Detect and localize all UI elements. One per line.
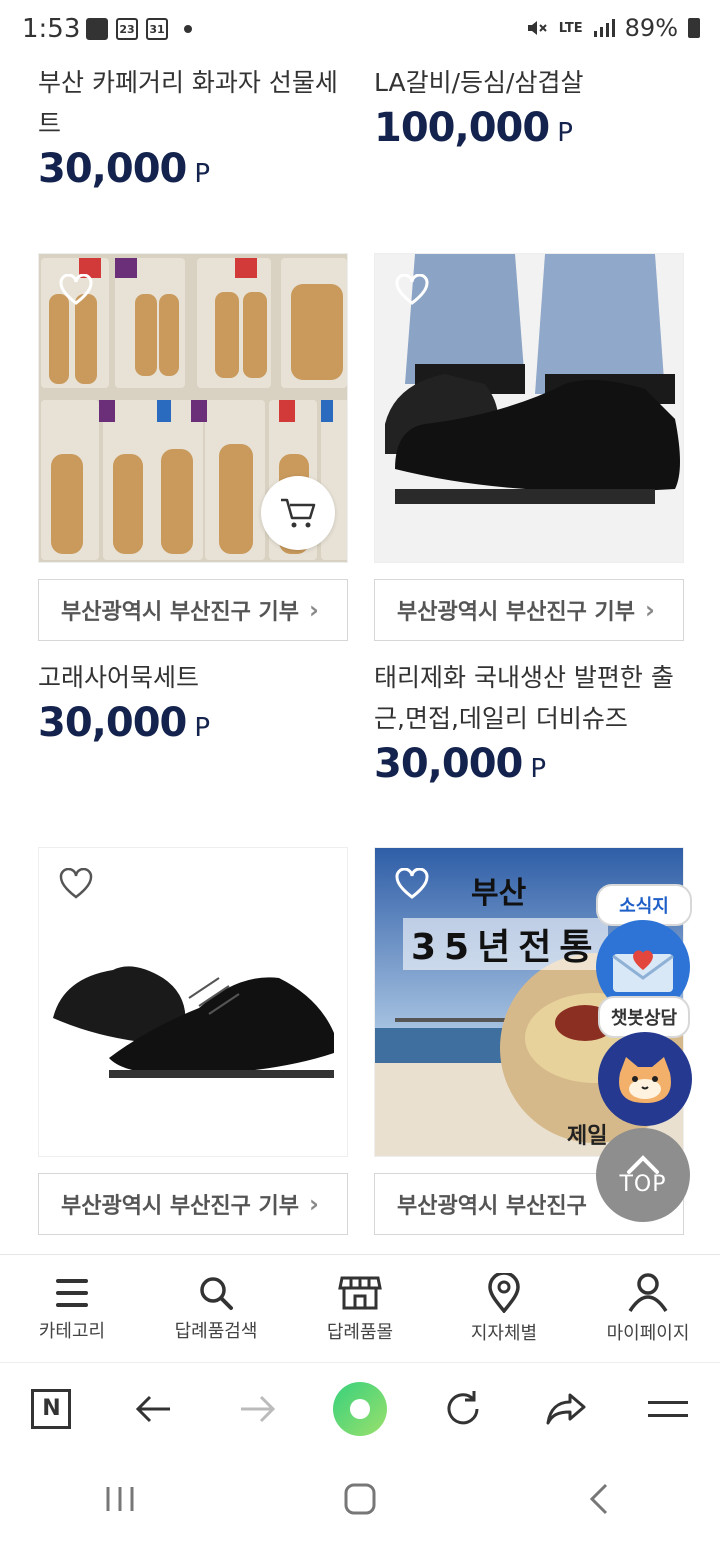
price-unit: P [194, 159, 211, 189]
menu-icon [56, 1278, 88, 1307]
recent-apps-icon[interactable] [100, 1481, 140, 1517]
banner-title: 부산 [471, 876, 527, 911]
forward-button[interactable] [227, 1379, 287, 1439]
price-value: 30,000 [38, 146, 187, 192]
product-price: 30,000 P [374, 741, 684, 787]
mail-heart-icon [612, 950, 674, 992]
back-nav-icon[interactable] [580, 1481, 620, 1517]
store-icon [338, 1276, 382, 1309]
location-pin-icon [488, 1272, 520, 1313]
browser-toolbar: N [0, 1362, 720, 1454]
search-icon [200, 1276, 233, 1310]
heart-icon[interactable] [59, 274, 93, 306]
arrow-right-icon [241, 1395, 276, 1422]
home-icon[interactable] [340, 1479, 380, 1519]
product-card[interactable]: 고래사어묵세트 30,000 P [38, 657, 348, 746]
product-name[interactable]: 태리제화 국내생산 발편한 출근,면접,데일리 더비슈즈 [374, 657, 684, 739]
gallery-icon [86, 18, 108, 40]
system-navigation [0, 1454, 720, 1544]
signal-icon [593, 19, 615, 37]
nav-label: 지자체별 [470, 1322, 538, 1344]
share-arrow-icon [546, 1393, 586, 1424]
battery-percent: 89% [624, 14, 678, 42]
nav-search[interactable]: 답례품검색 [144, 1255, 288, 1362]
nav-label: 답례품검색 [174, 1320, 258, 1342]
product-price: 30,000 P [38, 700, 348, 746]
status-right: LTE 89% [525, 14, 700, 42]
calendar-icon: 23 [116, 18, 138, 40]
price-value: 100,000 [374, 105, 550, 151]
more-notifications-dot [184, 25, 192, 33]
product-card[interactable]: 태리제화 국내생산 발편한 출근,면접,데일리 더비슈즈 30,000 P [374, 657, 684, 787]
browser-menu-button[interactable] [638, 1379, 698, 1439]
naver-home-button[interactable]: N [21, 1379, 81, 1439]
cat-mascot-icon [619, 1057, 671, 1103]
notification-icons: 23 31 [86, 18, 192, 40]
reload-button[interactable] [433, 1379, 493, 1439]
product-card[interactable]: 부산 카페거리 화과자 선물세트 30,000 P [38, 62, 348, 192]
price-unit: P [557, 118, 573, 148]
hamburger-icon [648, 1400, 689, 1417]
tag-label: 부산광역시 부산진구 기부 [397, 600, 635, 625]
chevron-right-icon: › [308, 1190, 319, 1218]
nav-label: 마이페이지 [606, 1322, 690, 1344]
person-icon [628, 1272, 668, 1312]
newsletter-float[interactable]: 소식지 [596, 884, 692, 1014]
tag-label: 부산광역시 부산진구 기부 [61, 600, 299, 625]
banner-subtitle: 35년전통 [403, 918, 609, 970]
product-image[interactable] [38, 253, 348, 563]
share-button[interactable] [536, 1379, 596, 1439]
product-name[interactable]: 고래사어묵세트 [38, 657, 348, 698]
add-to-cart-button[interactable] [261, 476, 335, 550]
chatbot-button[interactable] [598, 1032, 692, 1126]
green-dot-icon [332, 1381, 387, 1436]
product-card[interactable]: LA갈비/등심/삼겹살 100,000 P [374, 62, 684, 151]
price-value: 30,000 [374, 741, 523, 787]
donation-region-tag[interactable]: 부산광역시 부산진구 기부 › [38, 579, 348, 641]
naver-logo-icon: N [31, 1388, 72, 1429]
reload-icon [447, 1390, 479, 1424]
tag-label: 부산광역시 부산진구 [397, 1194, 587, 1219]
product-name[interactable]: LA갈비/등심/삼겹살 [374, 62, 684, 103]
chatbot-float[interactable]: 챗봇상담 [598, 996, 692, 1126]
status-time: 1:53 [22, 14, 81, 44]
product-name[interactable]: 부산 카페거리 화과자 선물세트 [38, 62, 348, 144]
donation-region-tag[interactable]: 부산광역시 부산진구 기부 › [38, 1173, 348, 1235]
nav-category[interactable]: 카테고리 [0, 1255, 144, 1362]
product-image[interactable] [38, 847, 348, 1157]
back-button[interactable] [124, 1379, 184, 1439]
heart-icon[interactable] [395, 868, 429, 900]
product-price: 100,000 P [374, 105, 684, 151]
nav-region[interactable]: 지자체별 [432, 1255, 576, 1362]
nav-mypage[interactable]: 마이페이지 [576, 1255, 720, 1362]
top-label: TOP [619, 1171, 667, 1197]
price-value: 30,000 [38, 700, 187, 746]
bottom-navigation: 카테고리 답례품검색 답례품몰 지자체별 마이페이지 [0, 1254, 720, 1362]
product-image[interactable] [374, 253, 684, 563]
mute-icon [527, 21, 547, 35]
nav-mall[interactable]: 답례품몰 [288, 1255, 432, 1362]
network-type: LTE [558, 20, 583, 36]
green-dot-button[interactable] [330, 1379, 390, 1439]
tag-label: 부산광역시 부산진구 기부 [61, 1194, 299, 1219]
nav-label: 카테고리 [38, 1320, 106, 1342]
heart-icon[interactable] [395, 274, 429, 306]
status-bar: 1:53 23 31 LTE 89% [0, 0, 720, 64]
heart-icon[interactable] [59, 868, 93, 900]
donation-region-tag[interactable]: 부산광역시 부산진구 기부 › [374, 579, 684, 641]
price-unit: P [194, 713, 211, 743]
chevron-right-icon: › [644, 596, 655, 624]
scroll-top-button[interactable]: TOP [596, 1128, 690, 1222]
battery-icon [688, 18, 700, 38]
cart-icon [281, 498, 316, 528]
product-price: 30,000 P [38, 146, 348, 192]
chevron-right-icon: › [308, 596, 319, 624]
calendar-icon-2: 31 [146, 18, 168, 40]
price-unit: P [530, 754, 547, 784]
arrow-left-icon [136, 1395, 171, 1422]
nav-label: 답례품몰 [326, 1321, 394, 1343]
